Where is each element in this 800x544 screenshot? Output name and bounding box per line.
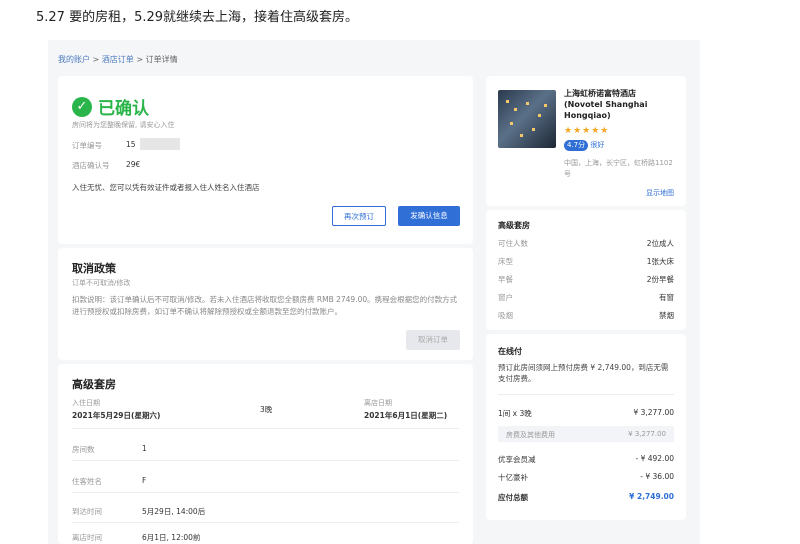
fee-label: 房费及其他费用 bbox=[506, 431, 555, 439]
room-row-value: 6月1日, 12:00前 bbox=[142, 533, 201, 542]
send-confirm-button[interactable]: 发确认信息 bbox=[398, 206, 460, 226]
checkin-value: 2021年5月29日(星期六) bbox=[72, 411, 161, 420]
hotel-score: 4.7分 很好 bbox=[564, 140, 604, 151]
divider bbox=[72, 428, 459, 429]
room-nights-label: 1间 x 3晚 bbox=[498, 409, 532, 418]
hotel-name[interactable]: 上海虹桥诺富特酒店 (Novotel Shanghai Hongqiao) bbox=[564, 88, 676, 121]
order-detail-page: 我的账户 > 酒店订单 > 订单详情 ✓ 已确认 房间将为您整晚保留, 请安心入… bbox=[48, 40, 700, 544]
star-rating-icon: ★★★★★ bbox=[564, 126, 610, 136]
breadcrumb-hotel-orders[interactable]: 酒店订单 bbox=[102, 55, 134, 64]
divider bbox=[72, 522, 459, 523]
checkout-label: 离店日期 bbox=[364, 399, 392, 407]
breadcrumb-my-account[interactable]: 我的账户 bbox=[58, 55, 90, 64]
cancel-desc: 扣款说明：该订单确认后不可取消/修改。若未入住酒店将收取您全额房费 RMB 27… bbox=[72, 295, 458, 316]
breadcrumb-sep: > bbox=[133, 55, 146, 64]
checkin-note: 入住无忧、您可以凭有效证件或者报入住人姓名入住酒店 bbox=[72, 183, 260, 192]
hotel-photo[interactable] bbox=[498, 90, 556, 148]
room-title: 高级套房 bbox=[72, 378, 116, 391]
total-label: 应付总额 bbox=[498, 493, 528, 502]
room-row-label: 房间数 bbox=[72, 445, 95, 454]
room-info-label: 可住人数 bbox=[498, 239, 528, 248]
cancel-policy-card: 取消政策 订单不可取消/修改 扣款说明：该订单确认后不可取消/修改。若未入住酒店… bbox=[58, 248, 473, 360]
room-info-value: 禁烟 bbox=[659, 311, 674, 320]
discount-value: - ¥ 492.00 bbox=[635, 454, 675, 463]
room-info-value: 2位成人 bbox=[646, 239, 674, 248]
payment-card: 在线付 预订此房间须网上预付房费 ¥ 2,749.00，到店无需支付房费。 1间… bbox=[486, 334, 686, 520]
room-info-title: 高级套房 bbox=[498, 221, 530, 230]
checkout-value: 2021年6月1日(星期二) bbox=[364, 411, 448, 420]
redacted-block bbox=[140, 138, 180, 150]
hotel-address: 中国，上海，长宁区，虹桥路1102号 bbox=[564, 159, 673, 178]
room-row-value: F bbox=[142, 476, 147, 485]
points-value: - ¥ 36.00 bbox=[640, 472, 674, 481]
status-title: 已确认 bbox=[98, 99, 149, 119]
score-text: 很好 bbox=[590, 141, 605, 149]
rebook-button[interactable]: 再次预订 bbox=[332, 206, 386, 226]
score-badge: 4.7分 bbox=[564, 140, 589, 151]
confirm-no-value: 29€ bbox=[126, 160, 141, 169]
checkin-label: 入住日期 bbox=[72, 399, 100, 407]
divider bbox=[72, 492, 459, 493]
points-label: 十亿豪补 bbox=[498, 473, 528, 482]
post-caption: 5.27 要的房租，5.29就继续去上海，接着住高级套房。 bbox=[36, 10, 359, 25]
breadcrumb: 我的账户 > 酒店订单 > 订单详情 bbox=[58, 54, 178, 65]
order-no-value: 15 bbox=[126, 140, 136, 149]
room-row-value: 1 bbox=[142, 444, 147, 453]
hotel-card: 上海虹桥诺富特酒店 (Novotel Shanghai Hongqiao) ★★… bbox=[486, 76, 686, 206]
order-no-label: 订单编号 bbox=[72, 141, 102, 150]
cancel-title: 取消政策 bbox=[72, 262, 116, 275]
discount-label: 优享会员减 bbox=[498, 455, 536, 464]
divider bbox=[72, 460, 459, 461]
room-row-label: 离店时间 bbox=[72, 533, 102, 542]
payment-note: 预订此房间须网上预付房费 ¥ 2,749.00，到店无需支付房费。 bbox=[498, 363, 669, 383]
confirm-no-label: 酒店确认号 bbox=[72, 161, 110, 170]
room-info-value: 2份早餐 bbox=[646, 275, 674, 284]
room-nights-value: ¥ 3,277.00 bbox=[633, 408, 674, 417]
total-value: ¥ 2,749.00 bbox=[629, 492, 674, 501]
payment-title: 在线付 bbox=[498, 347, 522, 356]
room-info-label: 早餐 bbox=[498, 275, 513, 284]
cancel-sub: 订单不可取消/修改 bbox=[72, 279, 131, 287]
cancel-order-button[interactable]: 取消订单 bbox=[406, 330, 460, 350]
breadcrumb-current: 订单详情 bbox=[145, 55, 178, 64]
room-info-label: 床型 bbox=[498, 257, 513, 266]
fee-value: ¥ 3,277.00 bbox=[628, 430, 666, 438]
room-row-value: 5月29日, 14:00后 bbox=[142, 507, 206, 516]
divider bbox=[498, 394, 674, 395]
room-info-label: 吸烟 bbox=[498, 311, 513, 320]
room-card: 高级套房 入住日期 2021年5月29日(星期六) 3晚 离店日期 2021年6… bbox=[58, 364, 473, 544]
room-info-card: 高级套房 可住人数 2位成人 床型 1张大床 早餐 2份早餐 窗户 有窗 吸烟 … bbox=[486, 210, 686, 330]
check-circle-icon: ✓ bbox=[72, 96, 92, 117]
nights: 3晚 bbox=[260, 405, 273, 414]
room-info-value: 1张大床 bbox=[646, 257, 674, 266]
show-map-link[interactable]: 显示地图 bbox=[646, 188, 674, 198]
room-row-label: 到达时间 bbox=[72, 507, 102, 516]
breadcrumb-sep: > bbox=[90, 55, 102, 64]
room-info-label: 窗户 bbox=[498, 293, 513, 302]
status-subtitle: 房间将为您整晚保留, 请安心入住 bbox=[72, 121, 175, 129]
room-info-value: 有窗 bbox=[659, 293, 674, 302]
room-row-label: 住客姓名 bbox=[72, 477, 102, 486]
status-card: ✓ 已确认 房间将为您整晚保留, 请安心入住 订单编号 15 酒店确认号 29€… bbox=[58, 76, 473, 244]
